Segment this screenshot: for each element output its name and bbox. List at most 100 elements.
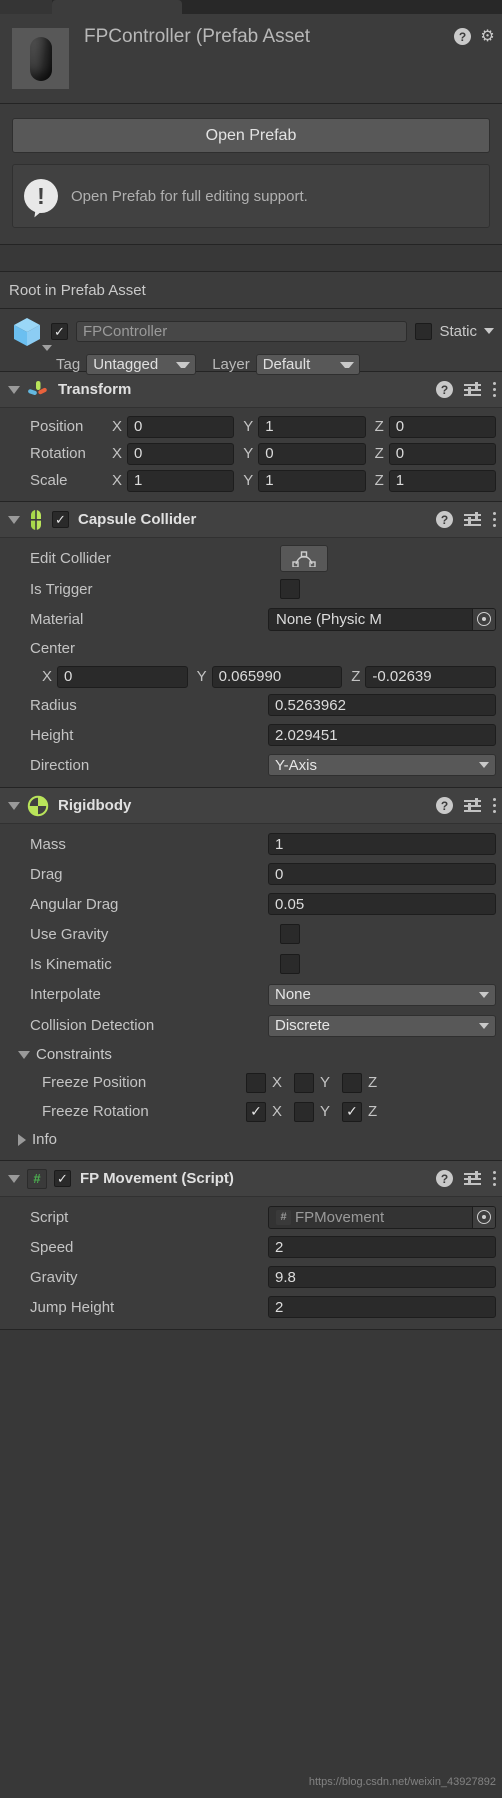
object-picker-icon[interactable] <box>472 1206 495 1228</box>
help-icon[interactable]: ? <box>436 511 453 528</box>
preset-icon[interactable] <box>464 382 481 396</box>
layer-value: Default <box>262 356 311 373</box>
interpolate-value: None <box>275 986 311 1003</box>
position-y-input[interactable]: 1 <box>258 415 366 438</box>
position-x-input[interactable]: 0 <box>127 415 235 438</box>
help-icon[interactable]: ? <box>436 381 453 398</box>
info-foldout[interactable]: Info <box>6 1126 496 1153</box>
layer-dropdown[interactable]: Default <box>255 354 360 375</box>
prefab-helpbox: ! Open Prefab for full editing support. <box>12 164 490 228</box>
gameobject-enabled-checkbox[interactable]: ✓ <box>51 322 68 340</box>
freeze-position-z-checkbox[interactable]: ✓ <box>342 1072 363 1093</box>
rotation-x-input[interactable]: 0 <box>127 442 235 465</box>
freeze-rotation-y-checkbox[interactable]: ✓ <box>294 1101 315 1122</box>
axis-z-label: Z <box>374 445 384 462</box>
radius-input[interactable]: 0.5263962 <box>268 694 496 716</box>
asset-header: FPController (Prefab Asset ? ⚙ <box>0 14 502 104</box>
mass-input[interactable]: 1 <box>268 833 496 855</box>
more-menu-icon[interactable] <box>492 381 496 398</box>
transform-scale-row: Scale X 1 Y 1 Z 1 <box>6 467 496 494</box>
component-header-capsule-collider[interactable]: ✓ Capsule Collider ? <box>0 502 502 538</box>
more-menu-icon[interactable] <box>492 1170 496 1187</box>
gravity-input[interactable]: 9.8 <box>268 1266 496 1288</box>
center-x-input[interactable]: 0 <box>57 665 188 688</box>
edit-collider-label: Edit Collider <box>30 550 111 567</box>
capsule-collider-title: Capsule Collider <box>78 511 197 528</box>
static-chevron-down-icon[interactable] <box>484 328 494 334</box>
preset-icon[interactable] <box>464 512 481 526</box>
constraints-foldout[interactable]: Constraints <box>6 1041 496 1068</box>
prefab-helpbox-text: Open Prefab for full editing support. <box>71 187 308 205</box>
height-input[interactable]: 2.029451 <box>268 724 496 746</box>
jump-height-input[interactable]: 2 <box>268 1296 496 1318</box>
capsule-collider-enabled-checkbox[interactable]: ✓ <box>52 511 69 528</box>
info-foldout-icon[interactable] <box>18 1133 26 1146</box>
help-icon[interactable]: ? <box>436 797 453 814</box>
more-menu-icon[interactable] <box>492 511 496 528</box>
layer-chevron-down-icon <box>339 361 354 368</box>
angular-drag-input[interactable]: 0.05 <box>268 893 496 915</box>
direction-dropdown[interactable]: Y-Axis <box>268 754 496 776</box>
capsule-preview-icon <box>29 36 52 81</box>
preset-icon[interactable] <box>464 798 481 812</box>
is-trigger-checkbox[interactable]: ✓ <box>280 579 300 599</box>
transform-foldout-icon[interactable] <box>8 385 20 394</box>
more-menu-icon[interactable] <box>492 797 496 814</box>
asset-title: FPController (Prefab Asset <box>84 26 310 47</box>
edit-collider-icon <box>292 550 316 567</box>
watermark: https://blog.csdn.net/weixin_43927892 <box>308 1776 496 1788</box>
transform-position-row: Position X 0 Y 1 Z 0 <box>6 413 496 440</box>
freeze-position-x-checkbox[interactable]: ✓ <box>246 1072 266 1093</box>
tag-label: Tag <box>56 356 81 373</box>
freeze-position-y-checkbox[interactable]: ✓ <box>294 1072 315 1093</box>
object-picker-icon[interactable] <box>472 608 495 630</box>
gear-icon[interactable]: ⚙ <box>479 28 496 45</box>
scale-z-input[interactable]: 1 <box>388 469 496 492</box>
component-header-fp-movement[interactable]: # ✓ FP Movement (Script) ? <box>0 1161 502 1197</box>
csharp-script-icon: # <box>276 1209 291 1225</box>
interpolate-label: Interpolate <box>30 986 101 1003</box>
interpolate-dropdown[interactable]: None <box>268 983 496 1006</box>
speed-input[interactable]: 2 <box>268 1236 496 1258</box>
fp-movement-foldout-icon[interactable] <box>8 1174 20 1183</box>
prefab-dropdown-caret-icon[interactable] <box>42 345 52 351</box>
axis-x-label: X <box>112 418 123 435</box>
freeze-rotation-z-checkbox[interactable]: ✓ <box>342 1101 363 1122</box>
root-in-prefab-bar: Root in Prefab Asset <box>0 272 502 309</box>
fp-movement-enabled-checkbox[interactable]: ✓ <box>54 1170 71 1187</box>
jump-height-row: Jump Height 2 <box>6 1292 496 1322</box>
gameobject-name-input[interactable]: FPController <box>76 320 408 342</box>
edit-collider-button[interactable] <box>280 545 328 572</box>
tag-dropdown[interactable]: Untagged <box>86 354 197 375</box>
open-prefab-button[interactable]: Open Prefab <box>12 118 490 153</box>
constraints-foldout-icon[interactable] <box>18 1050 30 1059</box>
collision-detection-dropdown[interactable]: Discrete <box>268 1014 496 1037</box>
scale-y-input[interactable]: 1 <box>258 469 366 492</box>
axis-y-label: Y <box>196 668 207 685</box>
center-y-input[interactable]: 0.065990 <box>211 665 343 688</box>
prefab-cube-icon[interactable] <box>11 315 52 351</box>
drag-input[interactable]: 0 <box>268 863 496 885</box>
scale-x-input[interactable]: 1 <box>127 469 235 492</box>
freeze-rotation-x-checkbox[interactable]: ✓ <box>246 1101 266 1122</box>
material-object-field[interactable]: None (Physic M <box>268 607 496 631</box>
center-z-input[interactable]: -0.02639 <box>365 665 496 688</box>
position-z-input[interactable]: 0 <box>388 415 496 438</box>
help-icon[interactable]: ? <box>454 28 471 45</box>
rotation-y-input[interactable]: 0 <box>258 442 366 465</box>
rotation-z-input[interactable]: 0 <box>388 442 496 465</box>
capsule-collider-foldout-icon[interactable] <box>8 515 20 524</box>
preset-icon[interactable] <box>464 1171 481 1185</box>
component-header-transform[interactable]: Transform ? <box>0 372 502 408</box>
transform-title: Transform <box>58 381 132 398</box>
static-checkbox[interactable]: ✓ <box>415 322 433 340</box>
component-header-rigidbody[interactable]: Rigidbody ? <box>0 788 502 824</box>
gravity-row: Gravity 9.8 <box>6 1262 496 1292</box>
tab-inspector[interactable] <box>52 0 182 14</box>
axis-y-label: Y <box>320 1103 331 1120</box>
is-kinematic-checkbox[interactable]: ✓ <box>280 954 300 974</box>
rigidbody-foldout-icon[interactable] <box>8 801 20 810</box>
center-header-row: Center <box>6 634 496 663</box>
use-gravity-checkbox[interactable]: ✓ <box>280 924 300 944</box>
help-icon[interactable]: ? <box>436 1170 453 1187</box>
